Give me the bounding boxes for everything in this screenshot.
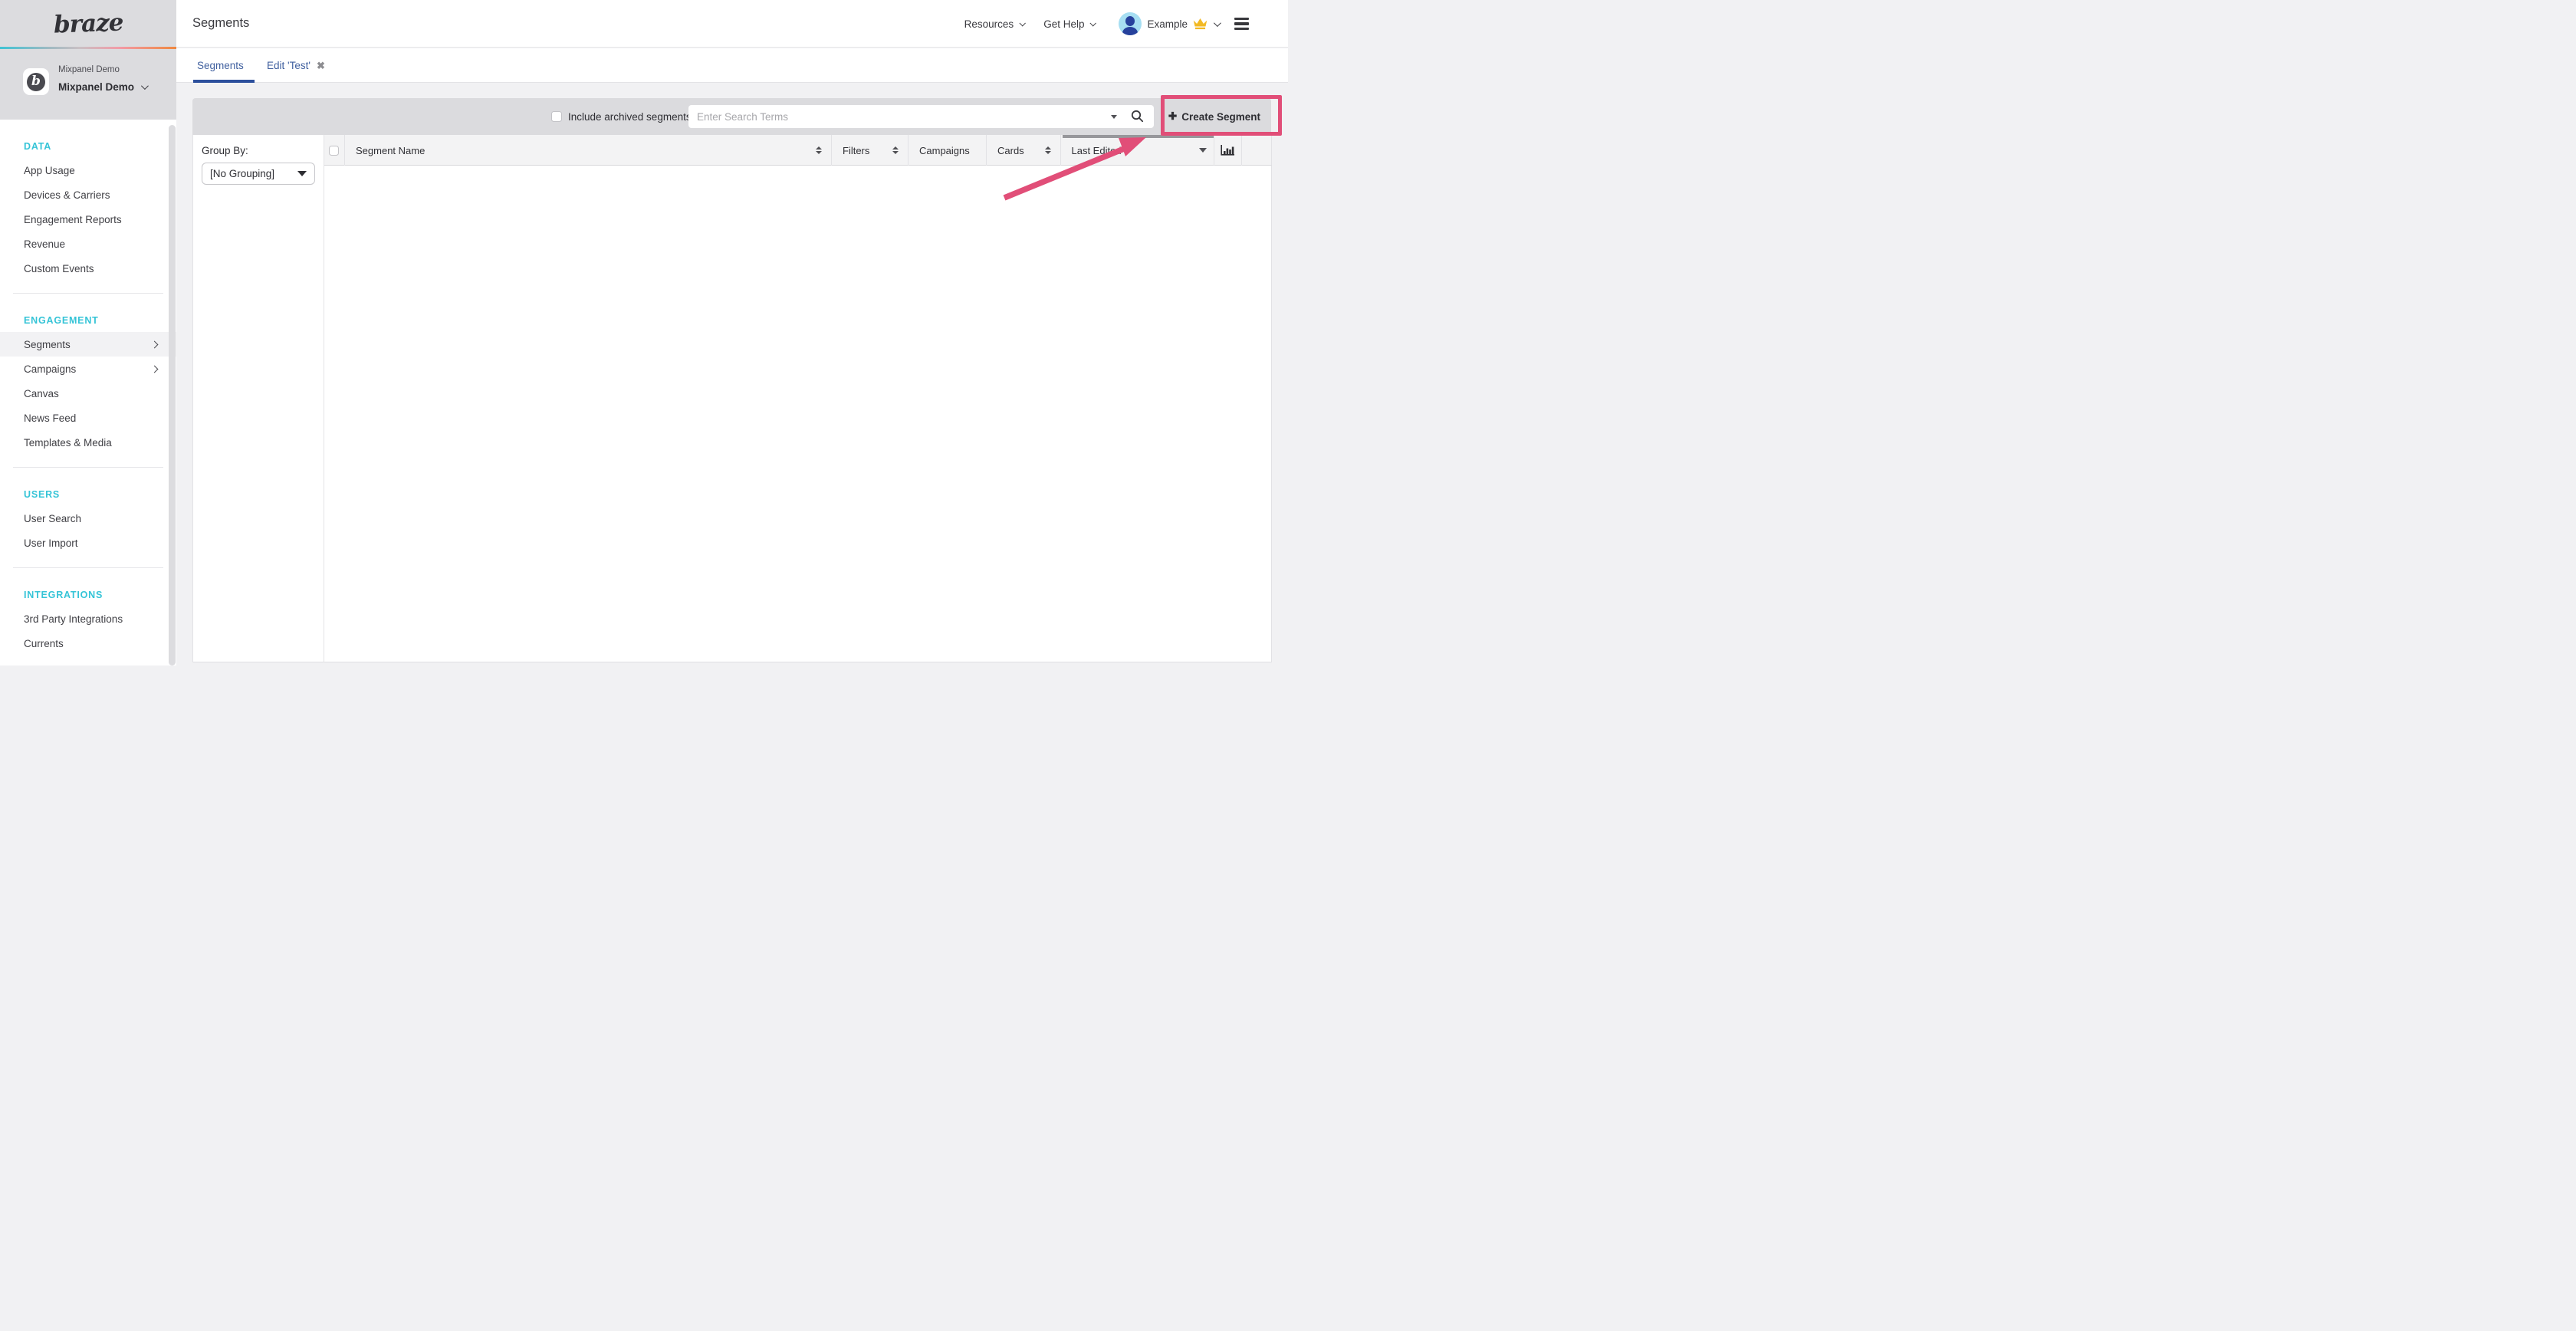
create-segment-button[interactable]: ✚ Create Segment (1168, 98, 1260, 135)
group-by-panel: Group By: [No Grouping] (192, 135, 324, 662)
column-label: Cards (987, 145, 1024, 156)
sort-icon[interactable] (1045, 146, 1051, 155)
workspace-name: Mixpanel Demo (58, 81, 134, 93)
create-segment-label: Create Segment (1181, 111, 1260, 123)
section-title-integrations: INTEGRATIONS (0, 590, 176, 600)
divider (13, 567, 163, 568)
crown-icon (1192, 17, 1208, 31)
get-help-label: Get Help (1043, 18, 1084, 30)
sort-icon[interactable] (816, 146, 822, 155)
column-label: Campaigns (909, 145, 970, 156)
group-by-value: [No Grouping] (210, 168, 274, 179)
search-icon[interactable] (1131, 110, 1144, 123)
sidebar-item-templates-media[interactable]: Templates & Media (0, 430, 176, 455)
tab-segments[interactable]: Segments (197, 48, 244, 83)
header-cell-segment-name[interactable]: Segment Name (344, 135, 831, 166)
column-label: Filters (832, 145, 869, 156)
page-title: Segments (192, 16, 249, 31)
chevron-right-icon (151, 340, 159, 348)
resources-label: Resources (964, 18, 1014, 30)
sidebar-nav: DATA App Usage Devices & Carriers Engage… (0, 141, 176, 656)
header-cell-analytics[interactable] (1214, 135, 1241, 166)
sidebar-item-user-search[interactable]: User Search (0, 506, 176, 531)
dropdown-arrow-icon (297, 171, 307, 176)
get-help-menu[interactable]: Get Help (1043, 18, 1095, 30)
sort-icon[interactable] (892, 146, 899, 155)
plus-icon: ✚ (1168, 110, 1177, 123)
section-title-users: USERS (0, 489, 176, 500)
tab-label: Edit 'Test' (267, 60, 310, 71)
sidebar-item-user-import[interactable]: User Import (0, 531, 176, 555)
braze-logo: braze (53, 8, 123, 38)
header-cell-filters[interactable]: Filters (831, 135, 908, 166)
main-content: Include archived segments ✚ Create Segme… (176, 83, 1288, 666)
column-active-strip (1063, 135, 1214, 138)
avatar-body (1122, 27, 1138, 35)
sidebar-item-label: Segments (24, 339, 71, 350)
include-archived-label: Include archived segments (568, 98, 692, 135)
column-label: Segment Name (345, 145, 425, 156)
tab-label: Segments (197, 60, 244, 71)
avatar-head (1125, 16, 1135, 26)
sidebar-item-engagement-reports[interactable]: Engagement Reports (0, 207, 176, 232)
sidebar-item-news-feed[interactable]: News Feed (0, 406, 176, 430)
divider (13, 467, 163, 468)
header-cell-cards[interactable]: Cards (986, 135, 1060, 166)
workspace-app-icon: b (23, 68, 49, 95)
sidebar: braze b Mixpanel Demo Mixpanel Demo DATA… (0, 0, 176, 666)
braze-b-icon: b (27, 73, 45, 91)
sidebar-item-currents[interactable]: Currents (0, 631, 176, 656)
header-cell-campaigns[interactable]: Campaigns (908, 135, 986, 166)
sidebar-item-label: Campaigns (24, 363, 76, 375)
column-label: Last Edited (1061, 145, 1122, 156)
section-title-engagement: ENGAGEMENT (0, 315, 176, 326)
sidebar-item-devices-carriers[interactable]: Devices & Carriers (0, 182, 176, 207)
header-cell-last-edited[interactable]: Last Edited (1060, 135, 1214, 166)
header-cell-checkbox (324, 135, 345, 166)
tab-edit-test[interactable]: Edit 'Test' ✖ (267, 48, 325, 83)
sidebar-scrollbar[interactable] (169, 125, 176, 666)
chevron-right-icon (151, 365, 159, 373)
user-avatar[interactable] (1119, 12, 1142, 35)
select-all-checkbox[interactable] (329, 146, 339, 156)
segments-table-header: Segment Name Filters Campaigns Cards Las… (324, 135, 1272, 166)
close-icon[interactable]: ✖ (317, 60, 325, 72)
sidebar-item-custom-events[interactable]: Custom Events (0, 256, 176, 281)
workspace-switcher[interactable]: b Mixpanel Demo Mixpanel Demo (0, 49, 176, 120)
header-cell-empty (1241, 135, 1271, 166)
title-bar: Segments Resources Get Help Example (176, 0, 1288, 48)
sidebar-item-3rd-party-integrations[interactable]: 3rd Party Integrations (0, 606, 176, 631)
sidebar-item-segments[interactable]: Segments (0, 332, 176, 357)
section-title-data: DATA (0, 141, 176, 152)
chevron-down-icon[interactable] (141, 82, 149, 90)
chevron-down-icon (1020, 20, 1026, 26)
group-by-select[interactable]: [No Grouping] (202, 163, 315, 185)
sidebar-item-campaigns[interactable]: Campaigns (0, 357, 176, 381)
divider (13, 293, 163, 294)
search-dropdown-caret-icon[interactable] (1111, 115, 1117, 119)
sidebar-item-revenue[interactable]: Revenue (0, 232, 176, 256)
chevron-down-icon (1090, 20, 1096, 26)
chevron-down-icon[interactable] (1214, 19, 1221, 27)
segments-table-body (324, 166, 1272, 662)
resources-menu[interactable]: Resources (964, 18, 1025, 30)
tab-bar: Segments Edit 'Test' ✖ (176, 48, 1288, 83)
account-name: Example (1147, 18, 1188, 30)
search-input[interactable] (688, 105, 1154, 128)
include-archived-checkbox[interactable] (551, 111, 562, 122)
segments-toolbar: Include archived segments ✚ Create Segme… (192, 98, 1271, 135)
workspace-company: Mixpanel Demo (58, 65, 120, 74)
sidebar-item-canvas[interactable]: Canvas (0, 381, 176, 406)
sidebar-item-app-usage[interactable]: App Usage (0, 158, 176, 182)
group-by-label: Group By: (202, 145, 248, 156)
hamburger-menu-icon[interactable] (1234, 18, 1249, 31)
bar-chart-icon (1221, 145, 1235, 156)
logo-header: braze (0, 0, 176, 47)
last-edited-dropdown-icon[interactable] (1199, 148, 1207, 153)
